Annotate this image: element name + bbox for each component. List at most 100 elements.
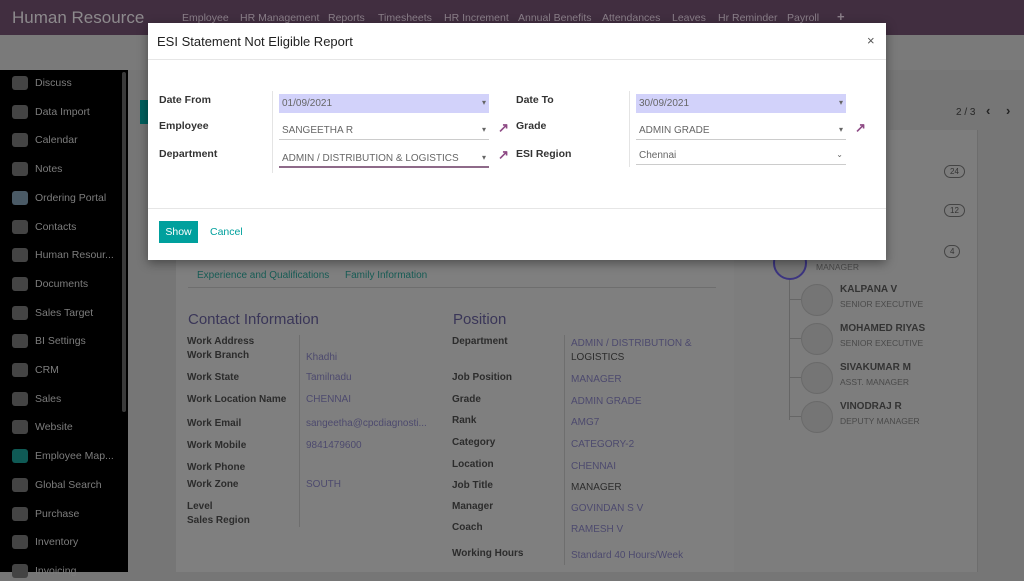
sidebar-item[interactable]: CRM (12, 360, 59, 380)
sidebar-item-label: Global Search (35, 478, 102, 491)
date-from-value: 01/09/2021 (282, 98, 333, 109)
position-heading: Position (453, 311, 507, 328)
sidebar-item[interactable]: Human Resour... (12, 245, 114, 265)
employee-avatar[interactable] (801, 323, 833, 355)
app-icon (12, 104, 28, 119)
app-icon (12, 133, 28, 148)
org-line (789, 299, 801, 300)
employee-avatar[interactable] (801, 284, 833, 316)
sidebar-item-label: Human Resour... (35, 249, 114, 262)
field-value: SOUTH (306, 479, 341, 490)
close-icon[interactable]: × (867, 33, 875, 48)
employee-avatar[interactable] (801, 401, 833, 433)
sidebar-item-label: Data Import (35, 105, 90, 118)
sidebar-item-label: Contacts (35, 220, 77, 233)
external-link-icon[interactable]: ↗ (855, 120, 866, 136)
employee-name[interactable]: VINODRAJ R (840, 401, 902, 412)
divider (629, 91, 630, 167)
esi-region-label: ESI Region (516, 148, 572, 160)
sidebar-item[interactable]: Inventory (12, 532, 78, 552)
sidebar-item-label: CRM (35, 364, 59, 376)
field-value: CHENNAI (571, 461, 617, 472)
sidebar-item[interactable]: Notes (12, 159, 62, 179)
employee-label: Employee (159, 120, 209, 132)
field-label: Coach (452, 522, 483, 533)
sidebar-item[interactable]: Contacts (12, 217, 76, 237)
tab-divider (188, 287, 716, 288)
cancel-button[interactable]: Cancel (210, 226, 243, 238)
sidebar-item[interactable]: Employee Map... (12, 446, 114, 466)
sidebar-item[interactable]: Sales Target (12, 303, 93, 323)
sidebar-scrollbar[interactable] (122, 72, 126, 412)
employee-name[interactable]: KALPANA V (840, 284, 897, 295)
external-link-icon[interactable]: ↗ (498, 120, 509, 136)
grade-label: Grade (516, 120, 547, 132)
app-icon (12, 420, 28, 435)
app-icon (12, 248, 28, 263)
date-to-input[interactable]: 30/09/2021 ▾ (636, 94, 846, 113)
apps-sidebar: Discuss Data Import Calendar Notes Ordering … (0, 70, 128, 578)
employee-value: SANGEETHA R (282, 125, 354, 136)
caret-down-icon: ▾ (838, 125, 843, 134)
esi-report-dialog: ESI Statement Not Eligible Report × Date… (148, 23, 886, 260)
field-value: GOVINDAN S V (571, 503, 644, 514)
esi-region-value: Chennai (639, 150, 677, 161)
employee-title: SENIOR EXECUTIVE (840, 299, 924, 309)
sidebar-item[interactable]: Website (12, 417, 73, 437)
sidebar-item[interactable]: Documents (12, 274, 88, 294)
sidebar-item[interactable]: Data Import (12, 102, 90, 122)
chevron-down-icon: ⌄ (836, 150, 843, 159)
field-label: Job Position (452, 372, 512, 383)
employee-name[interactable]: MOHAMED RIYAS (840, 323, 925, 334)
field-label: Work Branch (187, 350, 250, 361)
sidebar-item-label: Notes (35, 163, 63, 176)
app-icon (12, 477, 28, 492)
department-select[interactable]: ADMIN / DISTRIBUTION & LOGISTICS ▾ (279, 149, 489, 168)
caret-down-icon: ▾ (838, 98, 843, 107)
employee-select[interactable]: SANGEETHA R ▾ (279, 121, 489, 140)
date-from-input[interactable]: 01/09/2021 ▾ (279, 94, 489, 113)
app-icon (12, 334, 28, 349)
sidebar-item[interactable]: Discuss (12, 73, 72, 93)
menu-item[interactable]: + (837, 9, 845, 24)
employee-avatar[interactable] (801, 362, 833, 394)
sidebar-item-label: Sales Target (35, 306, 94, 319)
date-to-value: 30/09/2021 (639, 98, 690, 109)
count-badge: 4 (944, 245, 961, 258)
esi-region-select[interactable]: Chennai ⌄ (636, 146, 846, 165)
sidebar-item[interactable]: Purchase (12, 504, 79, 524)
grade-select[interactable]: ADMIN GRADE ▾ (636, 121, 846, 140)
pager-prev-icon[interactable]: ‹ (986, 103, 990, 118)
org-line (789, 377, 801, 378)
field-value: AMG7 (571, 417, 600, 428)
field-label: Work Phone (187, 462, 246, 473)
employee-name[interactable]: SIVAKUMAR M (840, 362, 911, 373)
tab-family[interactable]: Family Information (345, 270, 427, 281)
sidebar-item-label: Calendar (35, 134, 78, 147)
field-label: Department (452, 336, 508, 347)
pager-next-icon[interactable]: › (1006, 103, 1010, 118)
sidebar-item[interactable]: Sales (12, 389, 61, 409)
sidebar-item-label: Documents (35, 277, 89, 290)
sidebar-item-label: Ordering Portal (35, 191, 107, 204)
divider (148, 208, 886, 209)
tab-experience[interactable]: Experience and Qualifications (197, 270, 329, 281)
external-link-icon[interactable]: ↗ (498, 147, 509, 163)
contact-info-heading: Contact Information (188, 311, 319, 328)
handshake-icon (12, 190, 28, 205)
field-value: CHENNAI (306, 394, 352, 405)
app-icon (12, 563, 28, 578)
sidebar-item-label: Inventory (35, 536, 79, 549)
field-label: Work Mobile (187, 440, 247, 451)
field-label: Job Title (452, 480, 493, 491)
sidebar-item[interactable]: Calendar (12, 130, 78, 150)
sidebar-item[interactable]: BI Settings (12, 331, 86, 351)
dialog-title: ESI Statement Not Eligible Report (157, 34, 353, 49)
sidebar-item[interactable]: Invoicing (12, 561, 76, 581)
sidebar-item[interactable]: Ordering Portal (12, 188, 106, 208)
sidebar-item-label: Purchase (35, 507, 80, 520)
field-value: Khadhi (306, 352, 338, 363)
sidebar-item[interactable]: Global Search (12, 475, 102, 495)
count-badge: 12 (944, 204, 965, 217)
show-button[interactable]: Show (159, 221, 198, 243)
